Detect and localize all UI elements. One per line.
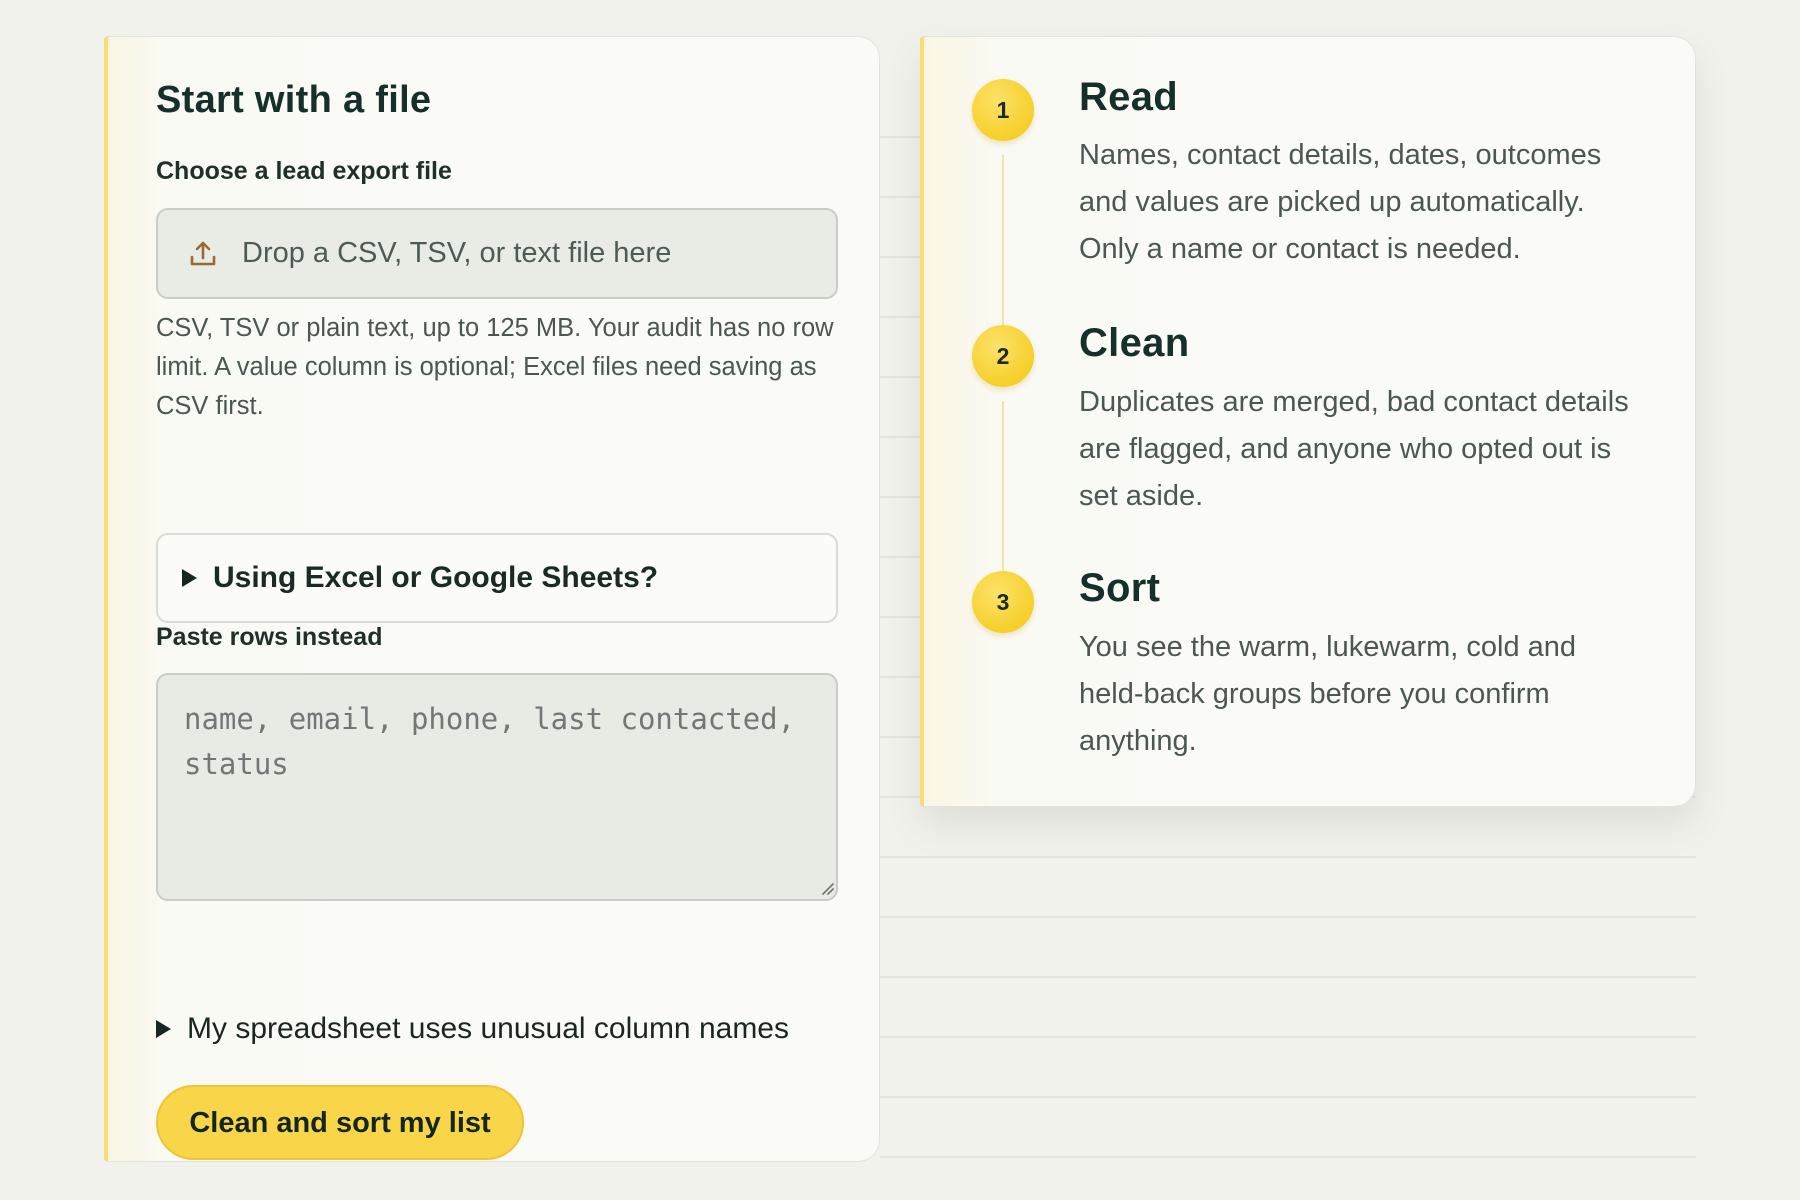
excel-help-disclosure[interactable]: Using Excel or Google Sheets? [156,533,838,623]
step-title: Sort [1079,566,1161,610]
upload-icon [188,239,218,269]
step-description: You see the warm, lukewarm, cold and hel… [1079,631,1577,757]
step-title: Read [1079,75,1179,119]
paste-rows-textarea[interactable] [156,673,838,901]
step-number-badge: 3 [972,571,1034,633]
dropzone-text: Drop a CSV, TSV, or text file here [242,237,672,269]
resize-handle-icon[interactable] [820,881,834,895]
step-connector [1002,401,1004,591]
step-description: Names, contact details, dates, outcomes … [1079,139,1602,265]
unusual-columns-disclosure[interactable]: My spreadsheet uses unusual column names [156,1012,789,1046]
step-connector [1002,155,1004,345]
upload-card: Start with a file Choose a lead export f… [104,36,880,1162]
step-number-badge: 1 [972,79,1034,141]
step-description: Duplicates are merged, bad contact detai… [1079,386,1629,512]
step-title: Clean [1079,321,1190,365]
excel-help-summary: Using Excel or Google Sheets? [213,561,659,594]
unusual-columns-label: My spreadsheet uses unusual column names [187,1012,789,1045]
file-help-text: CSV, TSV or plain text, up to 125 MB. Yo… [156,314,834,420]
file-dropzone[interactable]: Drop a CSV, TSV, or text file here [156,208,838,299]
file-field-label: Choose a lead export file [156,157,452,185]
step-number-badge: 2 [972,325,1034,387]
triangle-right-icon [182,569,197,587]
steps-card: 1 Read Names, contact details, dates, ou… [920,36,1696,807]
clean-and-sort-button[interactable]: Clean and sort my list [156,1085,524,1160]
triangle-right-icon [156,1020,171,1038]
card-title: Start with a file [156,79,432,121]
paste-field-label: Paste rows instead [156,623,383,651]
